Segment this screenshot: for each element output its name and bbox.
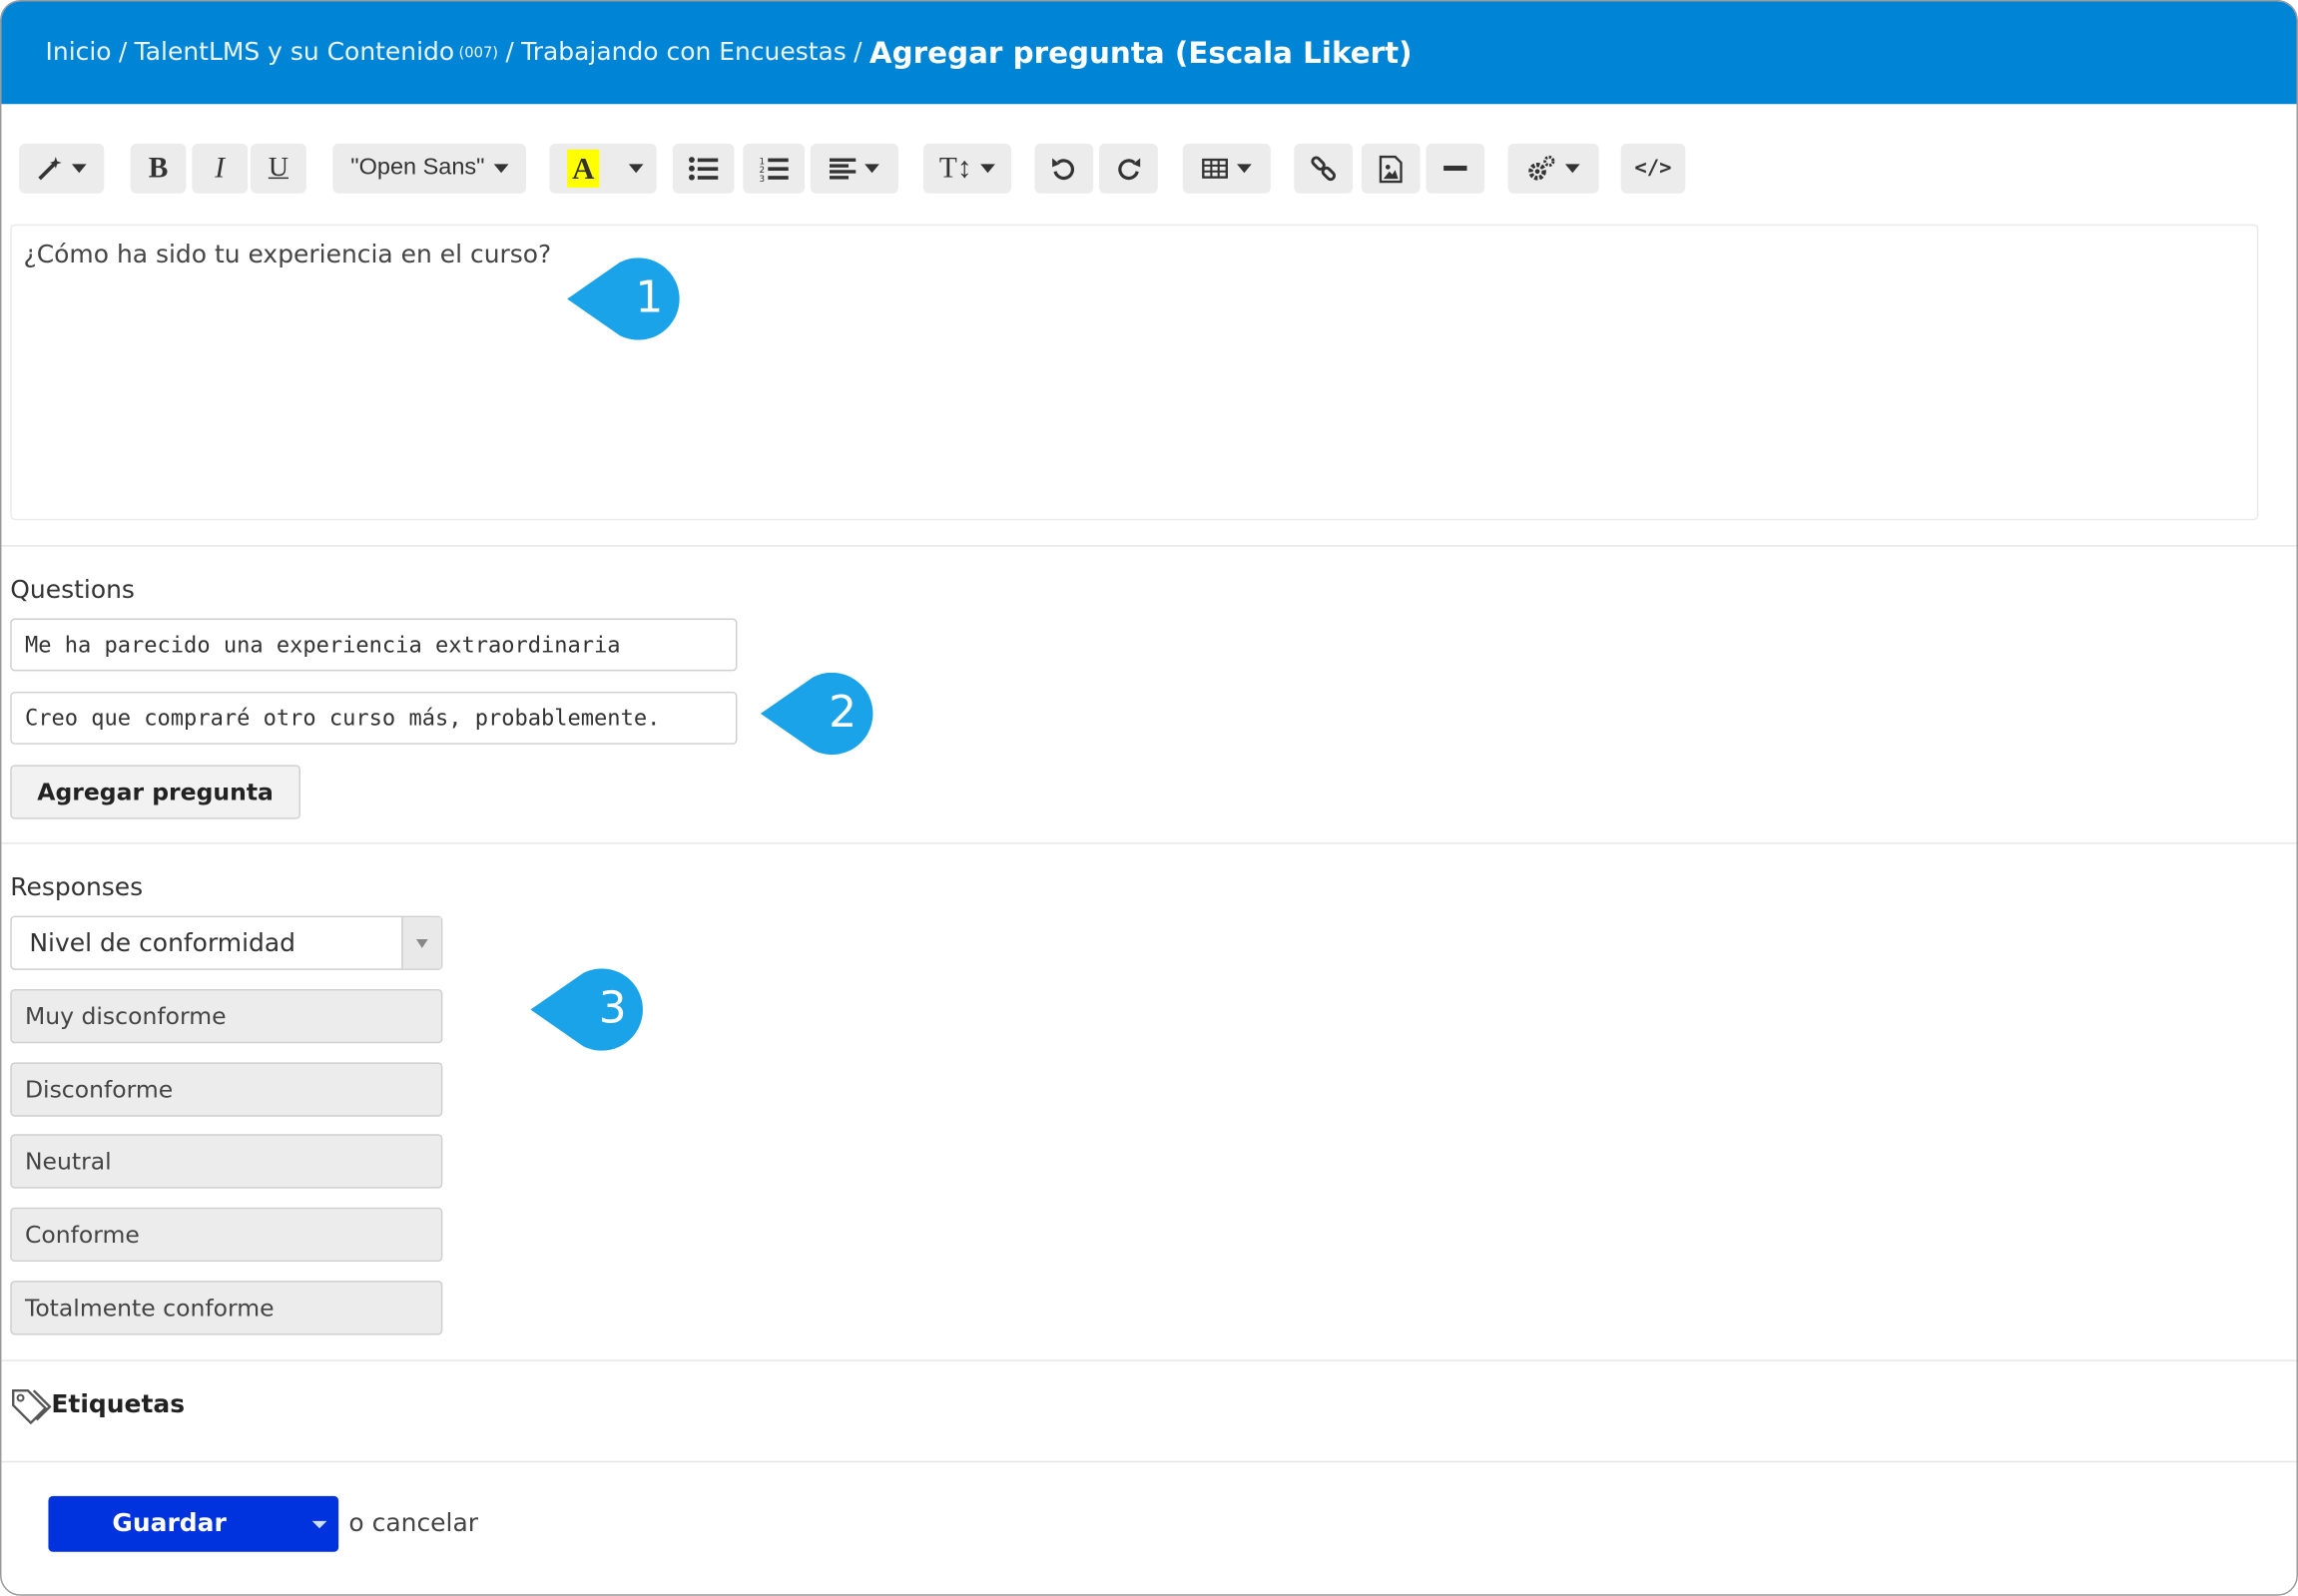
svg-text:3: 3: [759, 175, 765, 182]
add-question-button[interactable]: Agregar pregunta: [10, 765, 300, 819]
tags-toggle[interactable]: Etiquetas: [10, 1386, 185, 1424]
responses-label: Responses: [10, 872, 144, 903]
bold-button[interactable]: B: [130, 143, 187, 194]
breadcrumb-course-code: (007): [458, 44, 499, 61]
cancel-link[interactable]: o cancelar: [348, 1509, 478, 1538]
callout-number: 2: [829, 687, 858, 739]
response-option: Neutral: [10, 1134, 443, 1189]
breadcrumb-course[interactable]: TalentLMS y su Contenido: [135, 38, 455, 67]
divider: [1, 1460, 2297, 1463]
response-option: Totalmente conforme: [10, 1281, 443, 1335]
underline-icon: U: [268, 152, 289, 184]
horizontal-rule-icon: [1443, 165, 1467, 172]
response-option: Conforme: [10, 1207, 443, 1263]
link-icon: [1311, 156, 1337, 182]
link-button[interactable]: [1294, 143, 1354, 194]
chevron-down-icon: [864, 164, 879, 174]
callout-marker: 1: [567, 258, 690, 340]
save-label: Guardar: [112, 1509, 227, 1539]
image-button[interactable]: [1361, 143, 1421, 194]
breadcrumb: Inicio / TalentLMS y su Contenido (007) …: [1, 1, 2297, 105]
footer-actions: Guardar o cancelar: [48, 1495, 478, 1552]
breadcrumb-home[interactable]: Inicio: [46, 38, 112, 67]
chevron-down-icon: [1237, 164, 1252, 174]
highlight-color-button[interactable]: A: [549, 143, 657, 194]
question-editor[interactable]: ¿Cómo ha sido tu experiencia en el curso…: [10, 224, 2259, 521]
unordered-list-icon: [689, 157, 719, 181]
chevron-down-icon: [71, 164, 87, 174]
underline-button[interactable]: U: [251, 143, 306, 194]
chevron-down-icon: [628, 164, 644, 174]
undo-icon: [1052, 158, 1074, 181]
tags-label: Etiquetas: [51, 1390, 186, 1420]
redo-button[interactable]: [1099, 143, 1158, 194]
chevron-down-icon: [493, 164, 508, 174]
response-option: Muy disconforme: [10, 988, 443, 1044]
magic-wand-icon: [38, 157, 62, 181]
align-dropdown[interactable]: [810, 143, 898, 194]
chevron-down-icon: [415, 938, 428, 948]
response-option: Disconforme: [10, 1062, 443, 1117]
breadcrumb-unit[interactable]: Trabajando con Encuestas: [521, 38, 847, 67]
code-view-button[interactable]: </>: [1620, 143, 1686, 194]
settings-dropdown[interactable]: [1507, 143, 1599, 194]
redo-icon: [1118, 158, 1141, 181]
tag-icon: [12, 1389, 52, 1424]
table-icon: [1202, 158, 1228, 179]
highlight-color-icon: A: [567, 149, 600, 188]
image-icon: [1379, 155, 1403, 183]
callout-marker: 3: [530, 968, 653, 1051]
align-left-icon: [829, 157, 857, 179]
divider: [1, 842, 2297, 844]
page-title: Agregar pregunta (Escala Likert): [868, 35, 1413, 71]
question-input-1[interactable]: Me ha parecido una experiencia extraordi…: [10, 618, 738, 672]
select-arrow[interactable]: [401, 917, 441, 969]
italic-icon: I: [215, 151, 226, 185]
breadcrumb-separator: /: [118, 38, 128, 68]
save-button[interactable]: Guardar: [48, 1495, 339, 1552]
question-text: ¿Cómo ha sido tu experiencia en el curso…: [23, 240, 552, 270]
divider: [1, 545, 2297, 547]
horizontal-rule-button[interactable]: [1426, 143, 1485, 194]
undo-button[interactable]: [1034, 143, 1094, 194]
chevron-down-icon: [980, 164, 996, 174]
font-size-dropdown[interactable]: T↕: [922, 143, 1011, 194]
font-family-dropdown[interactable]: "Open Sans": [332, 143, 527, 194]
divider: [1, 1359, 2297, 1361]
italic-button[interactable]: I: [192, 143, 249, 194]
question-input-2[interactable]: Creo que compraré otro curso más, probab…: [10, 691, 738, 745]
code-icon: </>: [1634, 157, 1672, 181]
ordered-list-button[interactable]: 123: [743, 143, 805, 194]
response-scale-value: Nivel de conformidad: [29, 928, 296, 959]
chevron-down-icon: [1564, 164, 1580, 174]
app-window: Inicio / TalentLMS y su Contenido (007) …: [0, 0, 2298, 1596]
questions-label: Questions: [10, 575, 135, 606]
gears-icon: [1528, 155, 1555, 181]
callout-number: 3: [598, 983, 627, 1035]
ordered-list-icon: 123: [759, 157, 789, 182]
callout-number: 1: [635, 272, 664, 324]
breadcrumb-separator: /: [505, 38, 514, 68]
chevron-down-icon[interactable]: [311, 1520, 327, 1529]
font-family-value: "Open Sans": [350, 155, 485, 181]
unordered-list-button[interactable]: [672, 143, 735, 194]
response-scale-select[interactable]: Nivel de conformidad: [10, 915, 443, 970]
bold-icon: B: [148, 151, 169, 185]
table-dropdown[interactable]: [1182, 143, 1271, 194]
font-size-icon: T↕: [938, 151, 972, 185]
breadcrumb-separator: /: [854, 38, 862, 68]
callout-marker: 2: [760, 672, 883, 756]
magic-wand-button[interactable]: [19, 143, 105, 194]
